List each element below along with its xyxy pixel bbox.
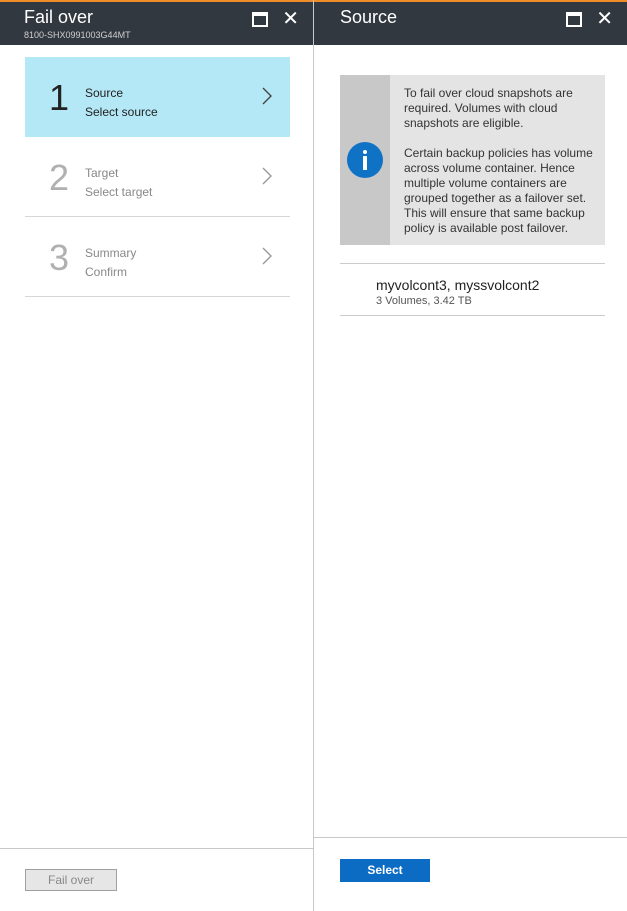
blade-header: Source ✕ [314, 0, 627, 45]
info-message: To fail over cloud snapshots are require… [340, 75, 605, 245]
step-label: Summary [85, 246, 137, 260]
maximize-icon[interactable] [252, 11, 269, 27]
close-icon[interactable]: ✕ [282, 9, 299, 29]
blade-subtitle: 8100-SHX0991003G44MT [24, 30, 131, 40]
info-text: To fail over cloud snapshots are require… [404, 86, 599, 251]
step-number: 2 [49, 157, 70, 198]
step-source[interactable]: 1 Source Select source [25, 57, 290, 137]
step-number: 3 [49, 237, 70, 278]
info-icon [347, 142, 383, 178]
failover-blade: Fail over 8100-SHX0991003G44MT ✕ 1 Sourc… [0, 0, 314, 911]
chevron-right-icon [262, 167, 272, 185]
volume-container-meta: 3 Volumes, 3.42 TB [376, 295, 472, 307]
close-icon[interactable]: ✕ [596, 9, 613, 29]
footer-divider [314, 837, 627, 838]
volume-container-name: myvolcont3, myssvolcont2 [376, 277, 540, 293]
step-number: 1 [49, 77, 70, 118]
chevron-right-icon [262, 87, 272, 105]
blade-title: Source [340, 7, 398, 27]
step-sublabel: Select source [85, 105, 158, 119]
fail-over-button[interactable]: Fail over [25, 869, 117, 891]
step-sublabel: Select target [85, 185, 153, 199]
select-button[interactable]: Select [340, 859, 430, 882]
chevron-right-icon [262, 247, 272, 265]
step-label: Target [85, 166, 119, 180]
info-paragraph: To fail over cloud snapshots are require… [404, 86, 573, 130]
source-blade: Source ✕ To fail over cloud snapshots ar… [314, 0, 627, 911]
step-summary[interactable]: 3 Summary Confirm [25, 217, 290, 297]
step-sublabel: Confirm [85, 265, 128, 279]
blade-title: Fail over [24, 7, 94, 27]
step-target[interactable]: 2 Target Select target [25, 137, 290, 217]
maximize-icon[interactable] [566, 11, 583, 27]
volume-container-item[interactable]: myvolcont3, myssvolcont2 3 Volumes, 3.42… [340, 264, 605, 316]
info-paragraph: Certain backup policies has volume acros… [404, 146, 593, 235]
blade-header: Fail over 8100-SHX0991003G44MT ✕ [0, 0, 313, 45]
step-label: Source [85, 86, 124, 100]
footer-divider [0, 848, 313, 849]
